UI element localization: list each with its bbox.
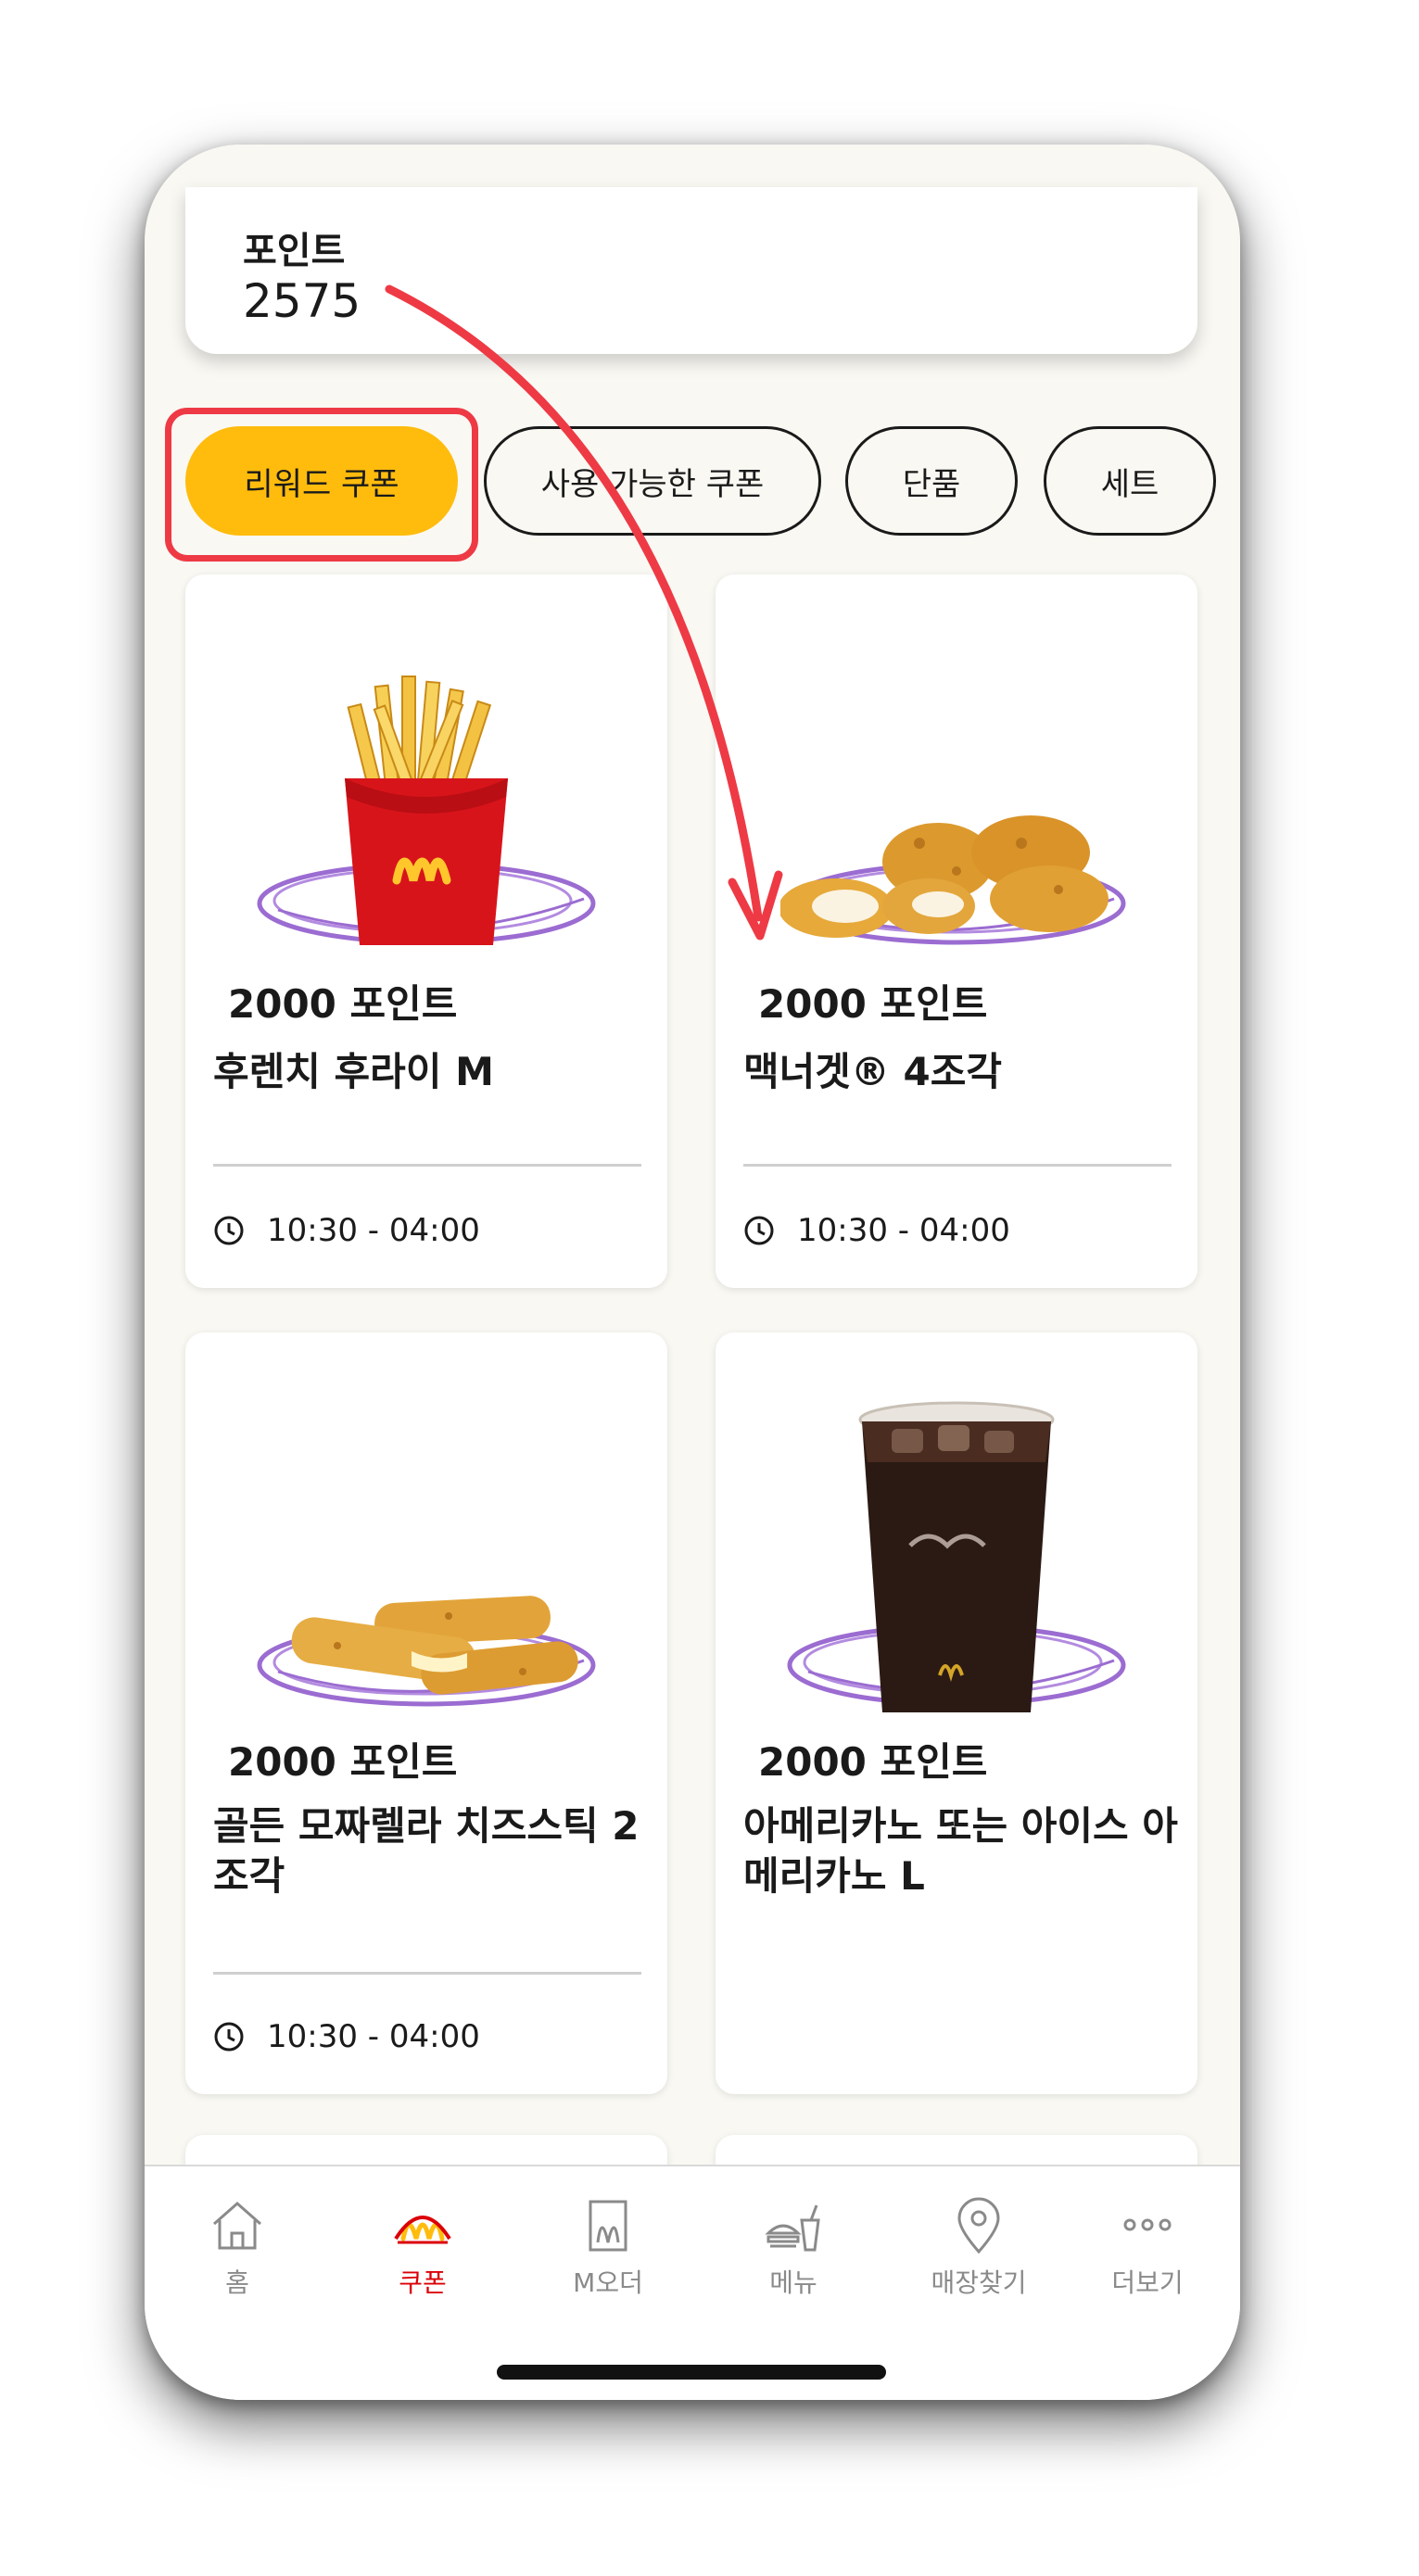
filter-chips: 리워드 쿠폰 사용 가능한 쿠폰 단품 세트 (145, 408, 1240, 562)
time-text: 10:30 - 04:00 (267, 2018, 480, 2055)
chip-available-coupon[interactable]: 사용 가능한 쿠폰 (484, 426, 821, 536)
points-card: 포인트 2575 (185, 187, 1197, 354)
more-dots-icon (1123, 2218, 1172, 2231)
nav-store-finder[interactable]: 매장찾기 (886, 2192, 1071, 2300)
coupon-title: 맥너겟® 4조각 (743, 1049, 1003, 1094)
clock-icon (214, 2022, 244, 2052)
cheese-sticks-icon (291, 1596, 578, 1695)
coupon-title: 후렌치 후라이 M (213, 1049, 494, 1094)
points-badge: 2000 포인트 (741, 967, 1005, 1034)
nav-home[interactable]: 홈 (145, 2192, 330, 2300)
nav-label: 쿠폰 (399, 2267, 447, 2298)
home-indicator[interactable] (497, 2365, 886, 2380)
points-badge: 2000 포인트 (211, 1725, 475, 1792)
nav-label: 메뉴 (769, 2267, 817, 2298)
time-text: 10:30 - 04:00 (267, 1212, 480, 1249)
points-value: 2575 (243, 274, 361, 328)
fries-icon (345, 676, 508, 945)
location-pin-icon (957, 2197, 1000, 2254)
coupon-card-americano[interactable]: 2000 포인트 아메리카노 또는 아이스 아메리카노 L (716, 1332, 1197, 2094)
coupon-title: 골든 모짜렐라 치즈스틱 2조각 (213, 1803, 640, 1899)
home-icon (213, 2202, 261, 2250)
divider (743, 1164, 1172, 1167)
points-badge: 2000 포인트 (741, 1725, 1005, 1792)
menu-burger-icon (765, 2204, 820, 2252)
status-area (145, 145, 1240, 191)
clock-icon (214, 1216, 244, 1245)
nav-label: 매장찾기 (931, 2267, 1027, 2298)
mobile-order-icon (589, 2200, 627, 2252)
time-row: 10:30 - 04:00 (213, 2018, 480, 2055)
time-row: 10:30 - 04:00 (743, 1212, 1010, 1249)
time-text: 10:30 - 04:00 (797, 1212, 1010, 1249)
chip-set[interactable]: 세트 (1044, 426, 1216, 536)
divider (213, 1972, 641, 1975)
chip-reward-coupon[interactable]: 리워드 쿠폰 (185, 426, 458, 536)
clock-icon (744, 1216, 774, 1245)
points-badge: 2000 포인트 (211, 967, 475, 1034)
nav-label: M오더 (573, 2267, 643, 2298)
nav-label: 홈 (225, 2267, 249, 2298)
nav-label: 더보기 (1111, 2267, 1184, 2298)
nav-more[interactable]: 더보기 (1055, 2192, 1240, 2300)
nav-m-order[interactable]: M오더 (515, 2192, 701, 2300)
time-row: 10:30 - 04:00 (213, 1212, 480, 1249)
phone-screen: 포인트 2575 리워드 쿠폰 사용 가능한 쿠폰 단품 세트 2000 포인트… (145, 145, 1240, 2400)
nav-coupon[interactable]: 쿠폰 (330, 2192, 515, 2300)
nuggets-icon (780, 815, 1109, 938)
chip-single-item[interactable]: 단품 (845, 426, 1018, 536)
coupon-card-cheese-sticks[interactable]: 2000 포인트 골든 모짜렐라 치즈스틱 2조각 10:30 - 04:00 (185, 1332, 667, 2094)
coupon-card-fries[interactable]: 2000 포인트 후렌치 후라이 M 10:30 - 04:00 (185, 575, 667, 1288)
coupon-card-nuggets[interactable]: 2000 포인트 맥너겟® 4조각 10:30 - 04:00 (716, 575, 1197, 1288)
nav-menu[interactable]: 메뉴 (701, 2192, 886, 2300)
coupon-title: 아메리카노 또는 아이스 아메리카노 L (743, 1803, 1178, 1899)
coupon-arches-icon (394, 2216, 451, 2244)
divider (213, 1164, 641, 1167)
iced-coffee-icon (858, 1401, 1055, 1712)
points-label: 포인트 (243, 230, 346, 272)
